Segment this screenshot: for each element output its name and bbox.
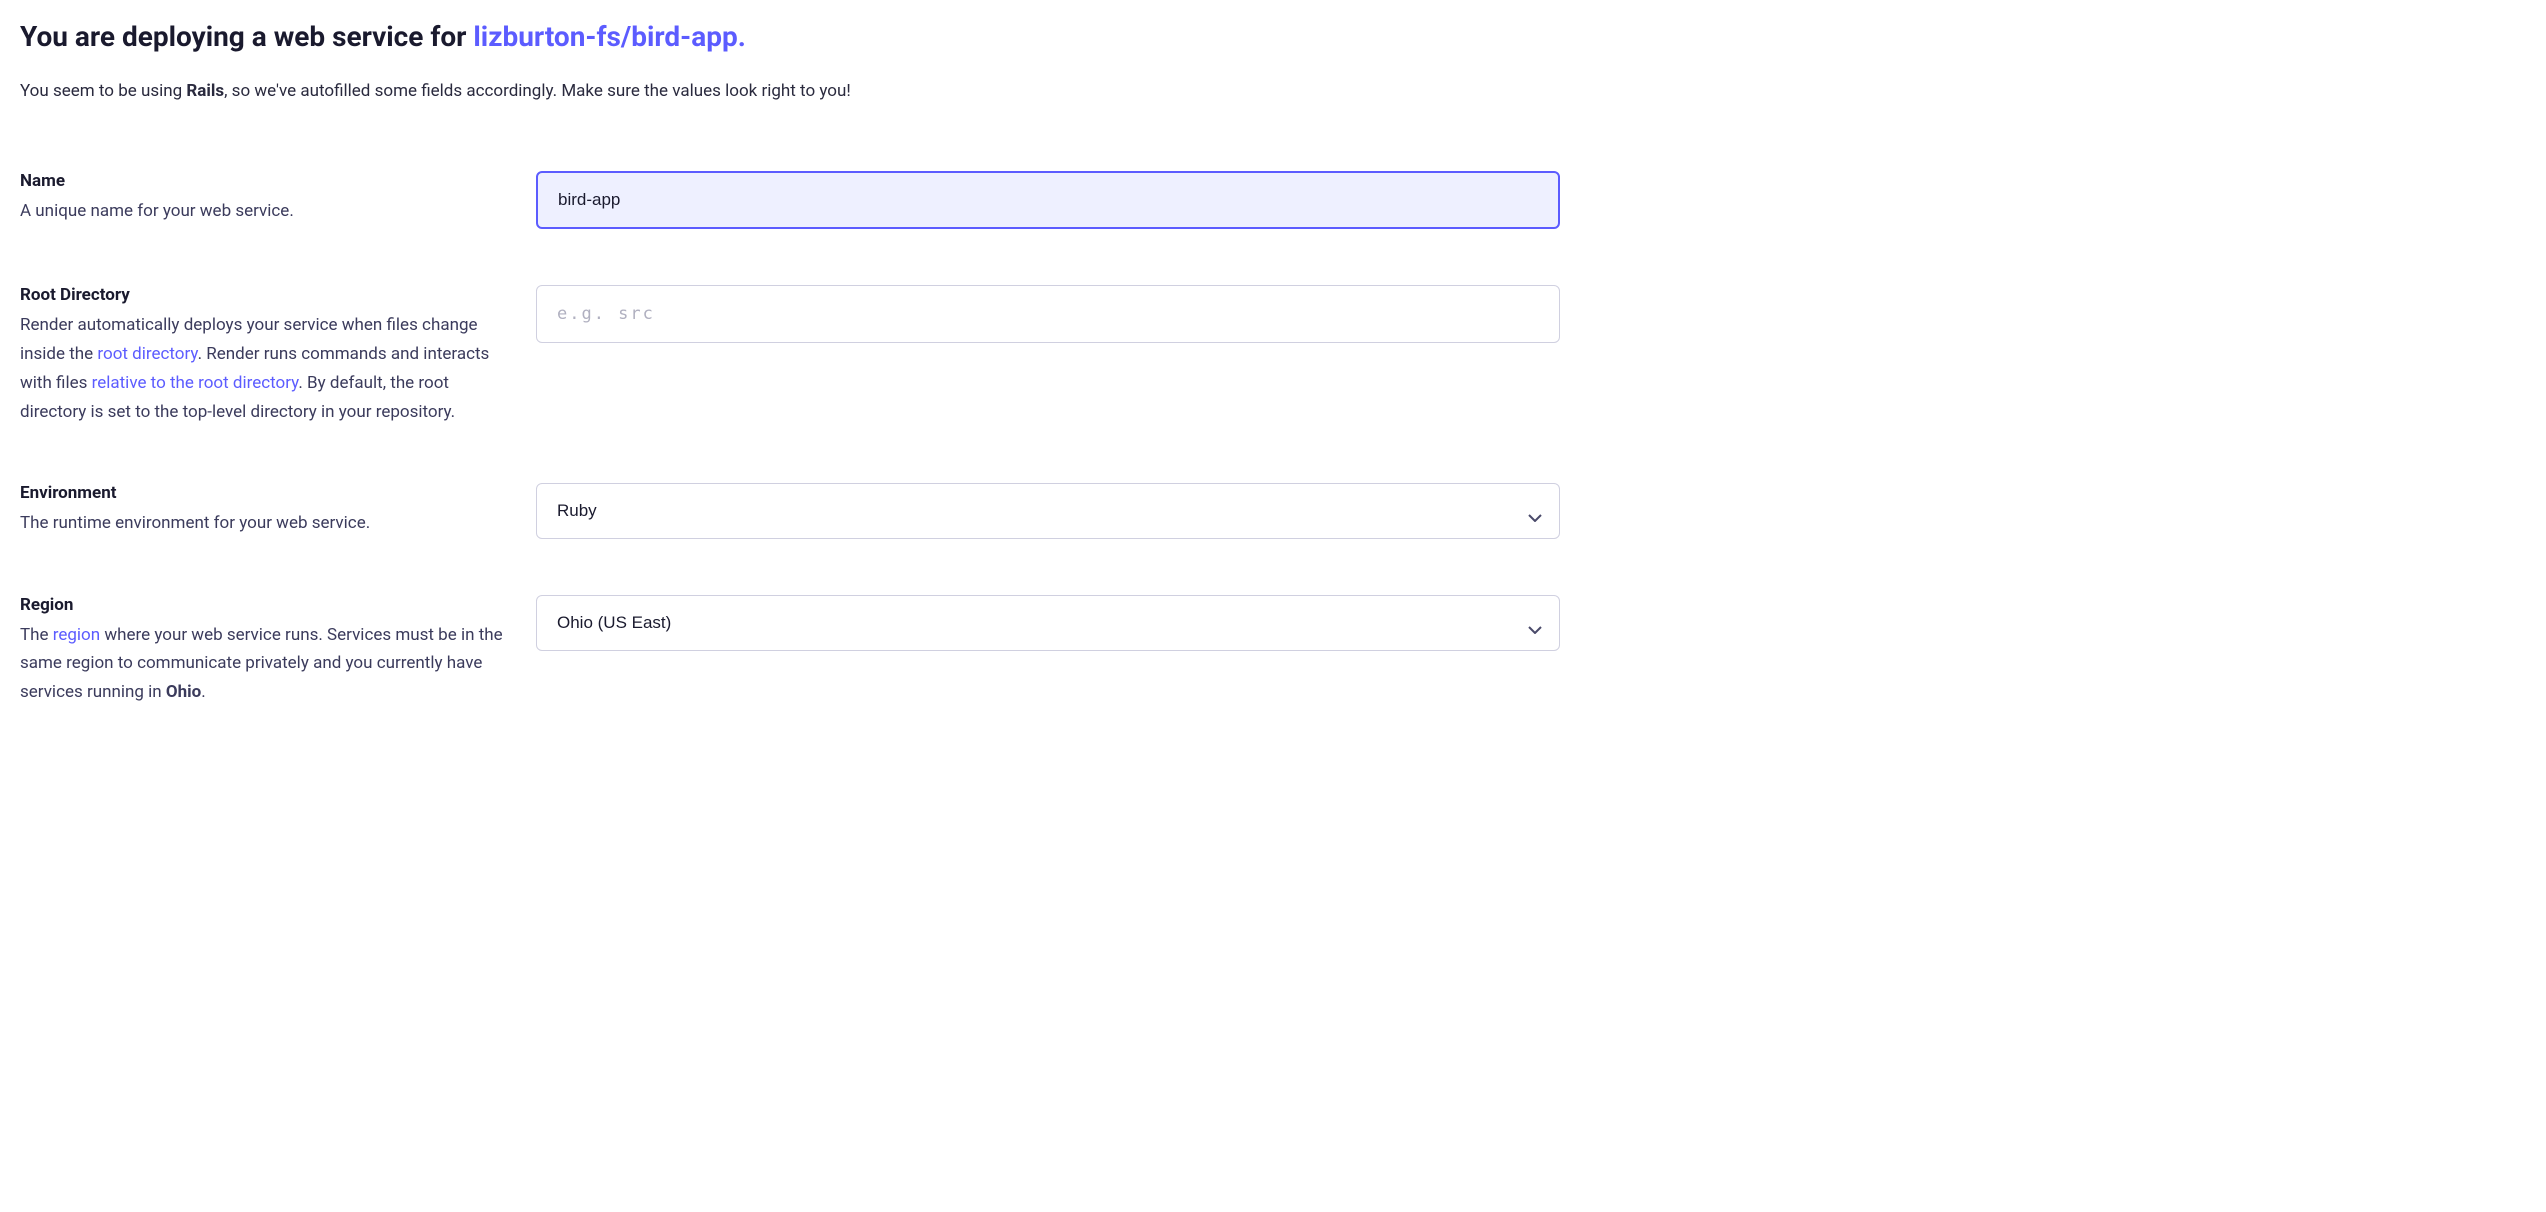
region-select[interactable]: Ohio (US East) — [536, 595, 1560, 651]
root-directory-link[interactable]: root directory — [97, 344, 197, 364]
name-input[interactable] — [536, 171, 1560, 229]
intro-suffix: , so we've autofilled some fields accord… — [224, 81, 851, 101]
intro-prefix: You seem to be using — [20, 81, 186, 101]
root-directory-label: Root Directory — [20, 285, 512, 305]
name-row: Name A unique name for your web service. — [20, 171, 1560, 229]
framework-name: Rails — [186, 81, 224, 101]
root-directory-help: Render automatically deploys your servic… — [20, 311, 512, 427]
name-help: A unique name for your web service. — [20, 197, 512, 226]
environment-label: Environment — [20, 483, 512, 503]
environment-select[interactable]: Ruby — [536, 483, 1560, 539]
region-row: Region The region where your web service… — [20, 595, 1560, 708]
region-link[interactable]: region — [53, 625, 100, 645]
page-title-prefix: You are deploying a web service for — [20, 20, 473, 53]
intro-text: You seem to be using Rails, so we've aut… — [20, 81, 1560, 101]
page-title: You are deploying a web service for lizb… — [20, 20, 1560, 53]
environment-help: The runtime environment for your web ser… — [20, 509, 512, 538]
region-help: The region where your web service runs. … — [20, 621, 512, 708]
current-region: Ohio — [166, 682, 201, 702]
repo-name: lizburton-fs/bird-app. — [473, 20, 745, 53]
root-directory-input[interactable] — [536, 285, 1560, 343]
relative-root-link[interactable]: relative to the root directory — [92, 373, 299, 393]
name-label: Name — [20, 171, 512, 191]
environment-row: Environment The runtime environment for … — [20, 483, 1560, 539]
region-label: Region — [20, 595, 512, 615]
root-directory-row: Root Directory Render automatically depl… — [20, 285, 1560, 427]
